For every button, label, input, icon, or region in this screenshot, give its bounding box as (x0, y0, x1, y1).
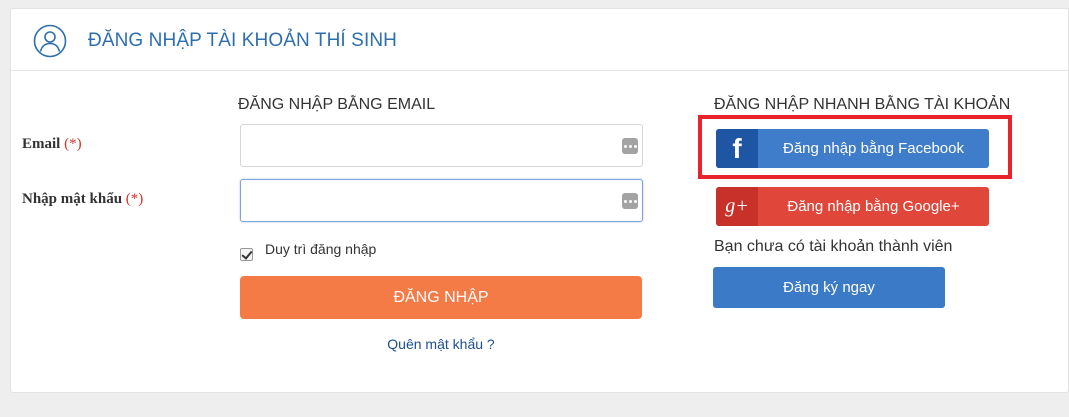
email-input[interactable] (240, 124, 643, 167)
forgot-password-row: Quên mật khẩu ? (11, 336, 1069, 352)
remember-me[interactable]: Duy trì đăng nhập (240, 237, 376, 261)
facebook-login-button[interactable]: f Đăng nhập bằng Facebook (716, 129, 989, 168)
google-login-label: Đăng nhập bằng Google+ (787, 198, 960, 215)
register-button[interactable]: Đăng ký ngay (713, 267, 945, 308)
google-plus-icon: g+ (716, 187, 758, 226)
password-manager-icon[interactable] (622, 138, 638, 154)
facebook-icon: f (716, 129, 758, 168)
required-mark: (*) (64, 136, 82, 152)
user-circle-icon (33, 24, 67, 58)
password-input[interactable] (240, 179, 643, 222)
quick-login-heading: ĐĂNG NHẬP NHANH BẰNG TÀI KHOẢN (714, 96, 1011, 113)
remember-label: Duy trì đăng nhập (265, 241, 377, 257)
email-login-heading: ĐĂNG NHẬP BẰNG EMAIL (238, 96, 436, 113)
facebook-login-label: Đăng nhập bằng Facebook (783, 140, 964, 157)
required-mark: (*) (125, 191, 144, 207)
remember-checkbox[interactable] (240, 248, 253, 261)
no-account-text: Bạn chưa có tài khoản thành viên (714, 238, 953, 255)
password-label-text: Nhập mật khẩu (22, 191, 123, 207)
page-title: ĐĂNG NHẬP TÀI KHOẢN THÍ SINH (88, 30, 397, 51)
email-label: Email (*) (22, 136, 82, 153)
login-panel: ĐĂNG NHẬP TÀI KHOẢN THÍ SINH ĐĂNG NHẬP B… (10, 8, 1069, 393)
panel-header: ĐĂNG NHẬP TÀI KHOẢN THÍ SINH (11, 9, 1068, 71)
login-button[interactable]: ĐĂNG NHẬP (240, 276, 642, 319)
email-label-text: Email (22, 136, 61, 152)
forgot-password-link[interactable]: Quên mật khẩu ? (240, 336, 642, 352)
google-login-button[interactable]: g+ Đăng nhập bằng Google+ (716, 187, 989, 226)
password-label: Nhập mật khẩu (*) (22, 191, 143, 208)
password-manager-icon[interactable] (622, 193, 638, 209)
